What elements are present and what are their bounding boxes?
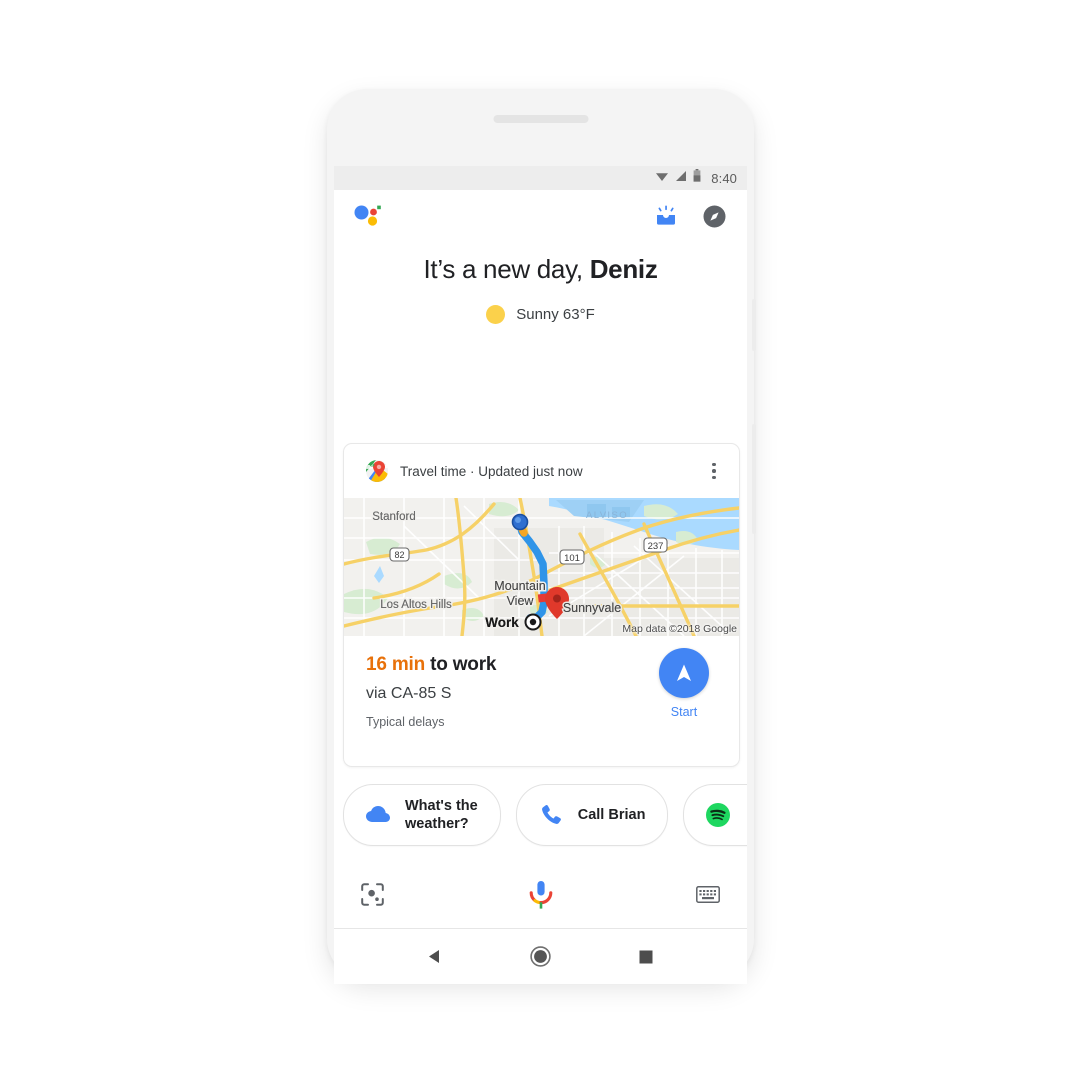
chip-weather-label: What's the weather? [405,797,478,832]
google-mic-icon[interactable] [528,880,554,915]
chip-call-brian-label: Call Brian [577,806,646,823]
navigation-arrow-icon[interactable] [659,648,709,698]
weather-text: Sunny 63°F [516,306,595,323]
spotify-icon [706,803,731,827]
svg-text:Los Altos Hills: Los Altos Hills [380,599,452,611]
google-lens-icon[interactable] [361,883,384,911]
sunny-icon [486,305,506,324]
home-circle-icon[interactable] [520,937,560,977]
svg-text:View: View [507,594,535,608]
travel-time-card[interactable]: G Travel time · Updated just now 82 101 … [343,443,740,767]
greeting-user-name: Deniz [589,254,658,284]
more-vertical-icon[interactable] [703,458,725,484]
svg-text:Stanford: Stanford [372,511,415,523]
wifi-icon [655,169,669,187]
volume-button[interactable] [752,424,756,534]
assistant-input-bar [334,866,747,929]
phone-device: 8:40 It’s a new day, Deniz Sunny 63°F G … [327,89,756,984]
route-map[interactable]: 82 101 237 Stanford Stanford Los Altos H… [344,498,739,636]
start-navigation-button[interactable]: Start [651,648,717,719]
chip-call-brian[interactable]: Call Brian [515,784,669,846]
eta-connector: to [425,654,453,675]
svg-text:G: G [369,462,375,469]
assistant-top-bar [334,190,747,242]
weather-summary[interactable]: Sunny 63°F [334,305,747,324]
android-navigation-bar [334,929,747,984]
chip-weather[interactable]: What's the weather? [343,784,501,846]
map-graphic: 82 101 237 Stanford Stanford Los Altos H… [344,498,739,636]
start-label: Start [670,705,698,719]
greeting-heading: It’s a new day, Deniz [334,254,747,285]
screenshot-canvas: 8:40 It’s a new day, Deniz Sunny 63°F G … [0,0,1080,1080]
greeting-prefix: It’s a new day, [423,254,590,284]
cloud-weather-icon [366,803,390,827]
svg-text:Work: Work [485,615,519,630]
svg-text:101: 101 [564,553,580,564]
phone-screen: 8:40 It’s a new day, Deniz Sunny 63°F G … [334,166,747,984]
status-bar-clock: 8:40 [711,170,737,186]
google-assistant-logo[interactable] [353,203,383,229]
power-button[interactable] [752,299,756,351]
svg-text:Sunnyvale: Sunnyvale [563,601,621,615]
phone-call-icon [539,803,563,827]
route-info: 16 min to work via CA-85 S Typical delay… [344,636,739,766]
google-maps-icon: G [366,460,388,482]
svg-text:ALVISO: ALVISO [586,510,628,521]
card-header-title: Travel time · Updated just now [400,463,583,479]
status-bar: 8:40 [334,166,747,190]
eta-destination: work [452,654,497,675]
snapshot-inbox-icon[interactable] [652,203,680,229]
keyboard-icon[interactable] [696,886,720,908]
battery-icon [693,169,701,187]
map-attribution: Map data ©2018 Google [622,623,737,635]
signal-icon [675,169,687,187]
earpiece-speaker [493,115,588,123]
svg-text:Mountain: Mountain [494,579,545,593]
svg-text:82: 82 [394,550,404,560]
card-header: G Travel time · Updated just now [344,444,739,498]
eta-duration: 16 min [366,654,425,675]
chip-spotify[interactable] [683,784,747,846]
suggestion-chips: What's the weather? Call Brian [343,784,747,846]
back-triangle-icon[interactable] [415,937,455,977]
recents-square-icon[interactable] [626,937,666,977]
explore-compass-icon[interactable] [700,203,728,229]
svg-text:237: 237 [648,541,664,552]
